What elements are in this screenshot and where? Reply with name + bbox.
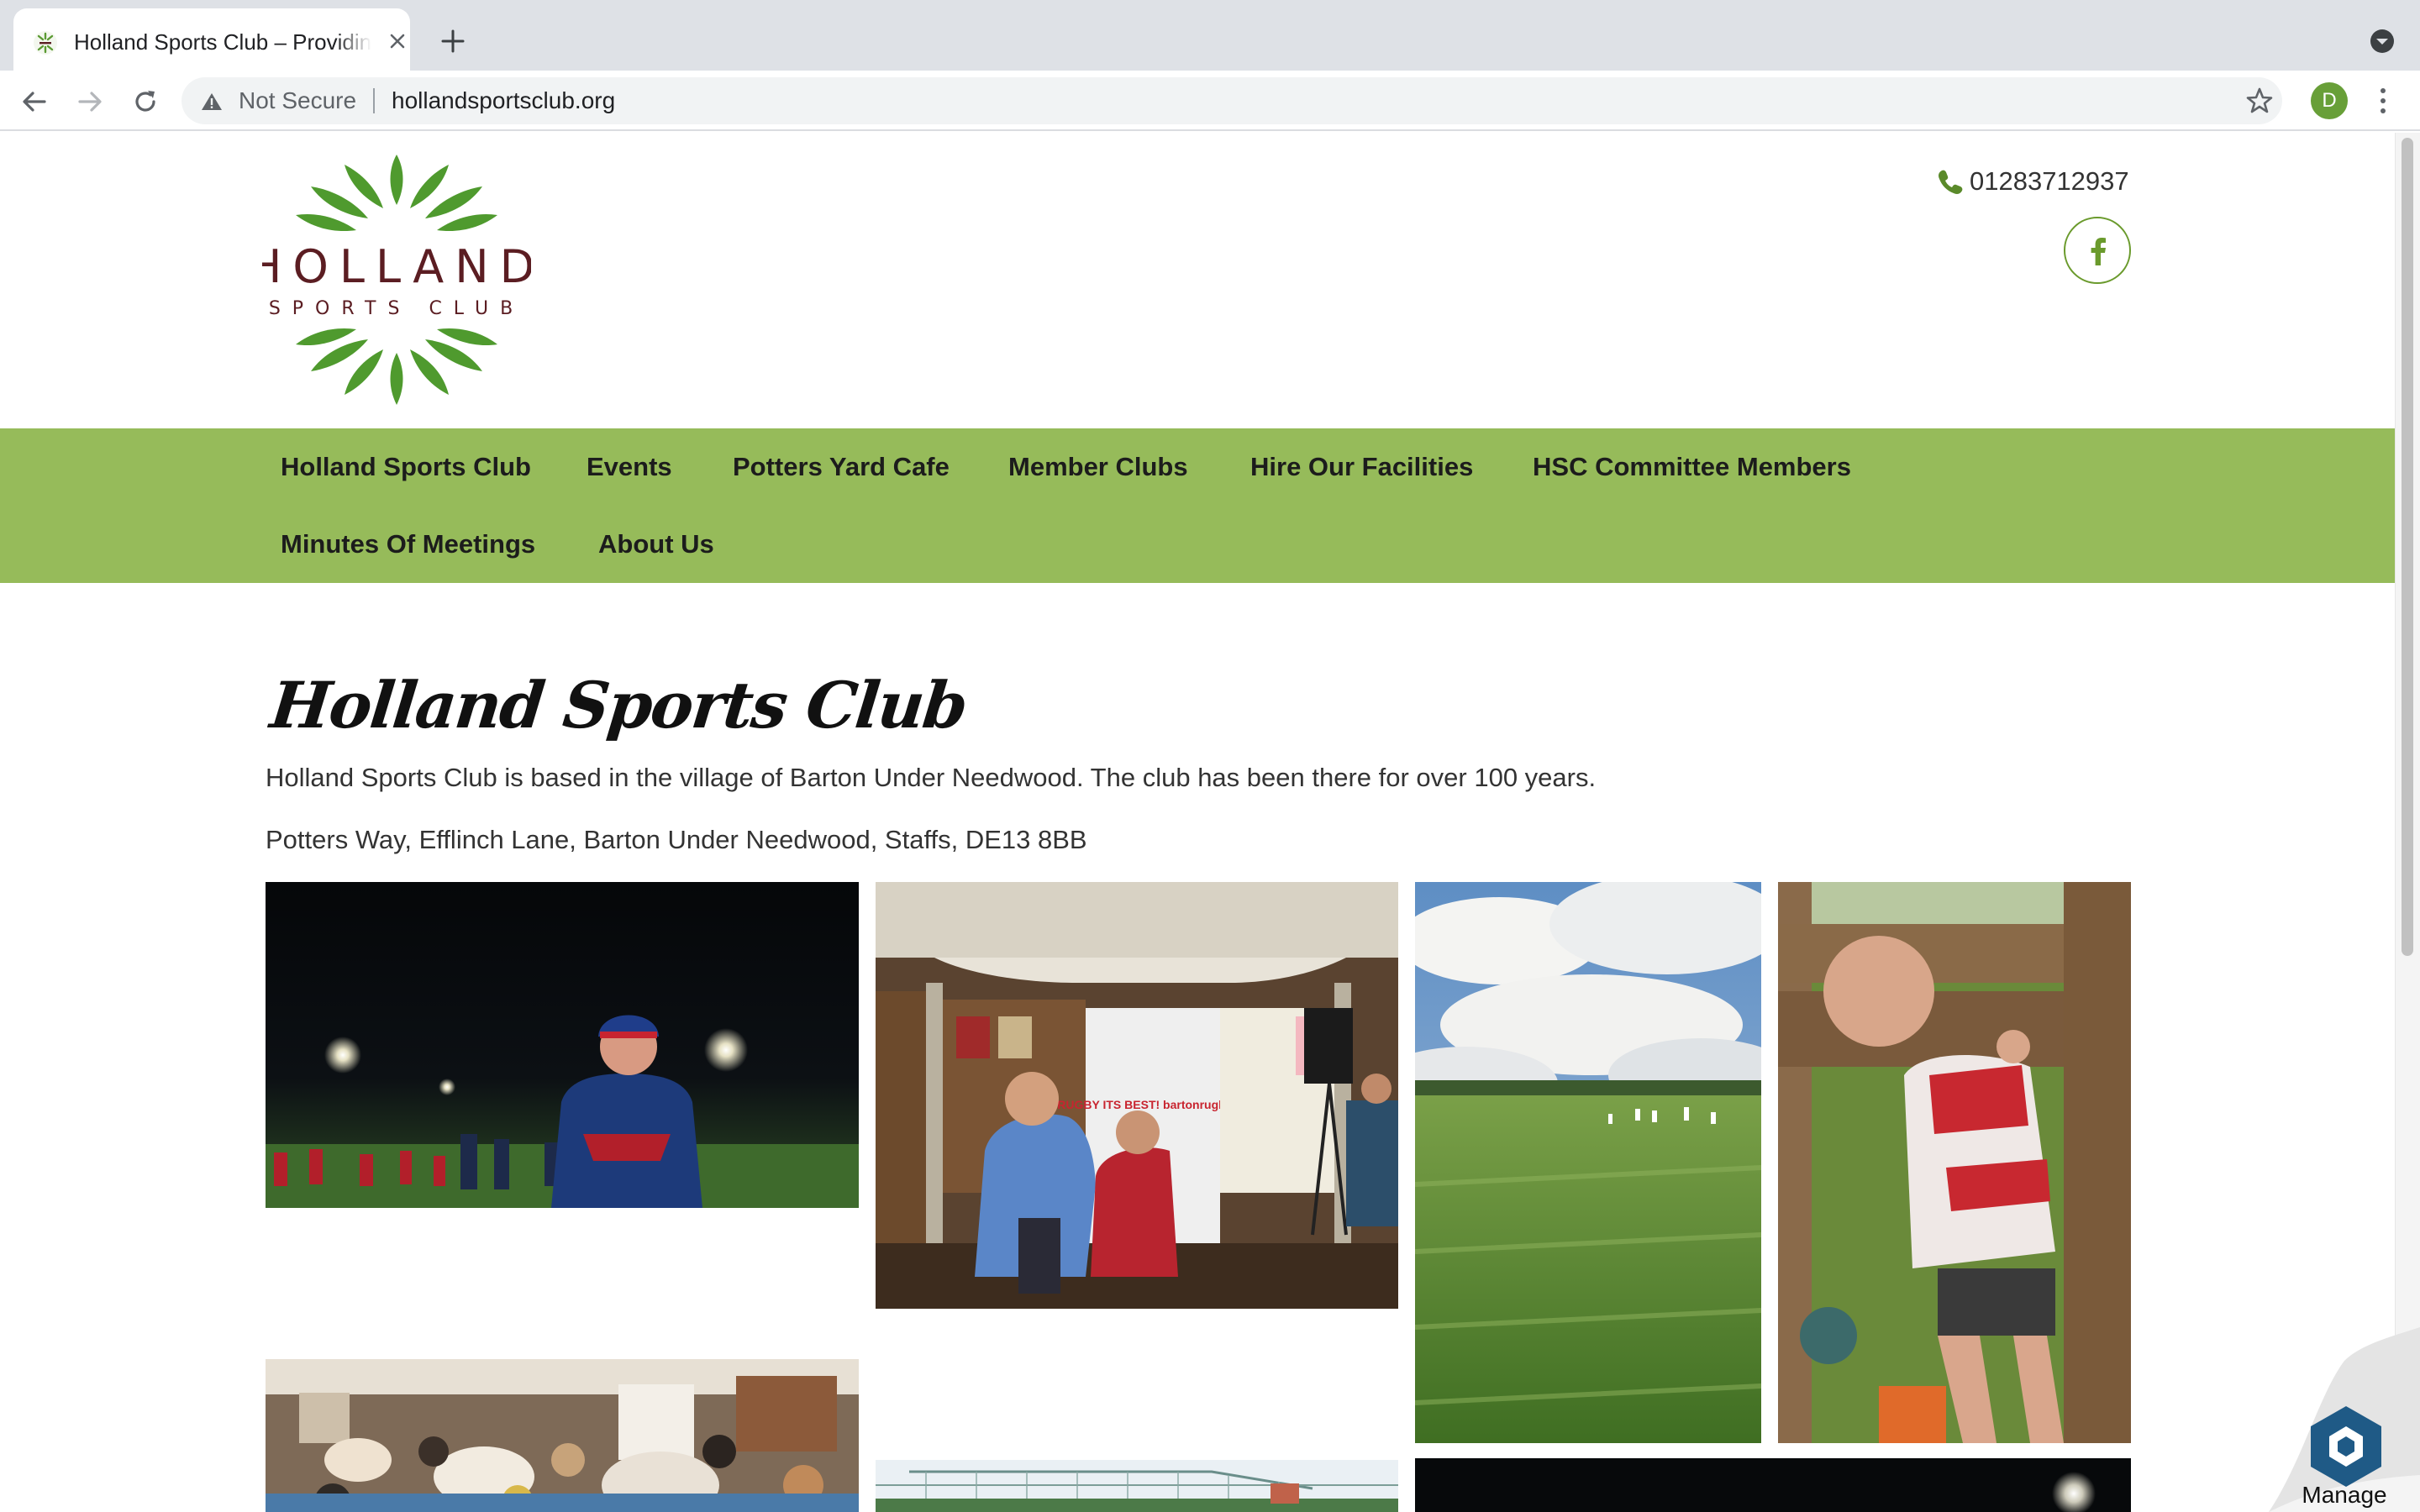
bookmark-star-icon[interactable] <box>2245 87 2274 115</box>
logo-main-text: HOLLAND <box>262 240 531 293</box>
facebook-icon <box>2091 238 2106 265</box>
new-tab-icon[interactable] <box>439 27 467 55</box>
browser-tab[interactable]: Holland Sports Club – Providing <box>13 8 410 71</box>
address-separator <box>373 88 375 113</box>
url-text[interactable]: hollandsportsclub.org <box>392 86 615 116</box>
phone-number[interactable]: 01283712937 <box>1970 165 2129 198</box>
address-bar[interactable]: Not Secure hollandsportsclub.org <box>182 77 2282 124</box>
cricket-field-photo[interactable] <box>1415 882 1761 1443</box>
address-text: Potters Way, Efflinch Lane, Barton Under… <box>266 825 1087 854</box>
intro-paragraph: Holland Sports Club is based in the vill… <box>266 763 1597 792</box>
cricket-nets-photo[interactable] <box>876 1460 1398 1512</box>
rugby-evening-photo[interactable]: RUGBY ITS BEST! bartonrugby.co <box>876 882 1398 1309</box>
nav-item-events[interactable]: Events <box>570 428 689 506</box>
logo-leaves-top <box>296 155 497 232</box>
floodlit-pitch-photo[interactable] <box>1415 1458 2131 1512</box>
nav-item-potters-yard-cafe[interactable]: Potters Yard Cafe <box>716 428 966 506</box>
forward-arrow-icon[interactable] <box>76 87 104 116</box>
scrollbar-thumb[interactable] <box>2402 138 2413 956</box>
nav-item-holland-sports-club[interactable]: Holland Sports Club <box>264 428 548 506</box>
facebook-button[interactable] <box>2064 217 2131 284</box>
back-arrow-icon[interactable] <box>20 87 49 116</box>
rugby-banner-text: RUGBY ITS BEST! bartonrugby.co <box>1057 1098 1248 1111</box>
tab-search-icon[interactable] <box>2368 27 2396 55</box>
nav-item-about-us[interactable]: About Us <box>581 506 731 583</box>
man-in-stocks-photo[interactable] <box>1778 882 2131 1443</box>
phone-contact[interactable]: 01283712937 <box>1936 165 2131 198</box>
night-training-photo[interactable] <box>266 882 859 1208</box>
manage-widget[interactable]: Manage <box>2269 1327 2420 1512</box>
favicon-icon <box>34 31 57 55</box>
more-vert-icon[interactable] <box>2375 86 2391 116</box>
browser-tab-strip: Holland Sports Club – Providing <box>0 0 2420 71</box>
manage-hexagon-icon <box>2311 1406 2381 1487</box>
web-page: HOLLAND SPORTS CLUB 01283712937 Holland … <box>0 133 2395 1512</box>
site-logo[interactable]: HOLLAND SPORTS CLUB <box>262 155 531 407</box>
main-navigation: Holland Sports Club Events Potters Yard … <box>0 428 2395 583</box>
ladies-dinner-photo[interactable] <box>266 1359 859 1512</box>
security-status[interactable]: Not Secure <box>239 86 356 116</box>
nav-item-minutes-of-meetings[interactable]: Minutes Of Meetings <box>264 506 552 583</box>
logo-sub-text: SPORTS CLUB <box>269 298 524 319</box>
reload-icon[interactable] <box>131 87 160 116</box>
nav-item-hire-our-facilities[interactable]: Hire Our Facilities <box>1234 428 1490 506</box>
phone-icon <box>1939 170 1963 194</box>
logo-leaves-bottom <box>296 328 497 405</box>
warning-icon[interactable] <box>200 91 224 113</box>
nav-item-hsc-committee-members[interactable]: HSC Committee Members <box>1516 428 1868 506</box>
tab-title: Holland Sports Club – Providing <box>74 29 371 55</box>
profile-avatar[interactable]: D <box>2311 82 2348 119</box>
manage-label[interactable]: Manage <box>2269 1482 2420 1509</box>
nav-item-member-clubs[interactable]: Member Clubs <box>992 428 1205 506</box>
page-title: Holland Sports Club <box>266 668 971 743</box>
close-tab-icon[interactable] <box>388 32 407 50</box>
